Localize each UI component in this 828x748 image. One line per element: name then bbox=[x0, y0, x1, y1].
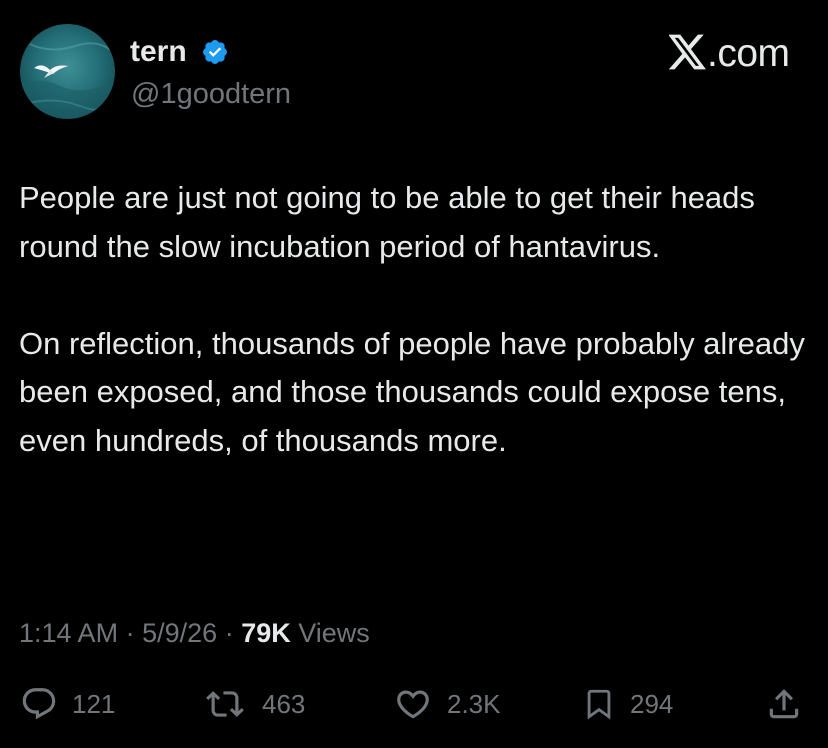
meta-separator: · bbox=[125, 618, 135, 648]
tweet-meta: 1:14 AM · 5/9/26 · 79K Views bbox=[19, 615, 370, 651]
reply-count: 121 bbox=[72, 688, 116, 719]
x-logo-icon bbox=[669, 32, 707, 75]
like-count: 2.3K bbox=[447, 688, 501, 719]
display-name[interactable]: tern bbox=[130, 33, 187, 71]
views-count[interactable]: 79K bbox=[241, 618, 291, 648]
views-label: Views bbox=[298, 618, 370, 648]
share-button[interactable] bbox=[765, 684, 803, 724]
verified-badge-icon bbox=[203, 40, 227, 64]
tweet-paragraph: On reflection, thousands of people have … bbox=[19, 325, 805, 458]
tweet-date[interactable]: 5/9/26 bbox=[142, 618, 217, 648]
reply-icon bbox=[22, 688, 56, 720]
repost-button[interactable]: 463 bbox=[202, 684, 305, 724]
avatar[interactable] bbox=[20, 24, 115, 119]
repost-icon bbox=[206, 691, 244, 717]
tweet-text: People are just not going to be able to … bbox=[19, 174, 819, 465]
meta-separator: · bbox=[224, 618, 234, 648]
action-bar: 121 463 2.3K 294 bbox=[0, 684, 828, 724]
repost-count: 463 bbox=[262, 688, 306, 719]
bookmark-count: 294 bbox=[630, 688, 674, 719]
bookmark-icon bbox=[587, 689, 611, 720]
user-handle[interactable]: @1goodtern bbox=[131, 76, 291, 112]
bookmark-button[interactable]: 294 bbox=[582, 684, 673, 724]
tweet-paragraph: People are just not going to be able to … bbox=[19, 180, 755, 264]
avatar-image bbox=[20, 24, 115, 119]
like-button[interactable]: 2.3K bbox=[393, 684, 501, 724]
heart-icon bbox=[397, 690, 429, 719]
reply-button[interactable]: 121 bbox=[20, 684, 115, 724]
tweet-time[interactable]: 1:14 AM bbox=[19, 618, 118, 648]
share-icon bbox=[769, 689, 799, 719]
brand-domain: .com bbox=[707, 32, 790, 75]
x-com-brand: .com bbox=[669, 34, 790, 74]
